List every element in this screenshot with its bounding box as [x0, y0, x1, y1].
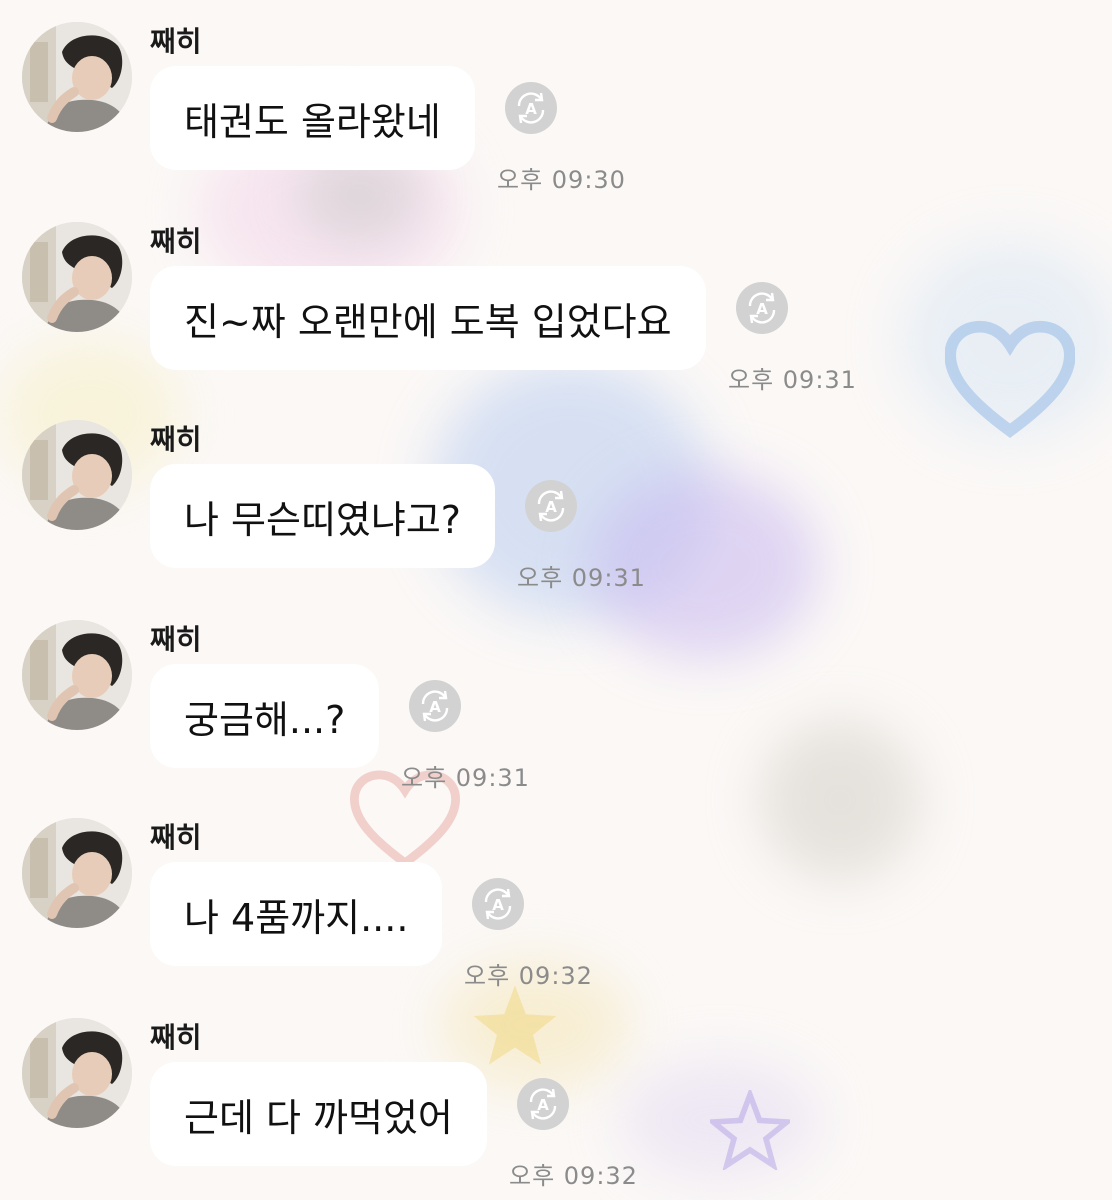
chat-message: 째히 나 무슨띠였냐고? A 오후 09:31 [22, 420, 1102, 600]
sender-name: 째히 [150, 623, 202, 656]
message-bubble[interactable]: 근데 다 까먹었어 [150, 1062, 487, 1166]
sender-avatar[interactable] [22, 222, 132, 332]
message-timestamp: 오후 09:31 [401, 764, 530, 792]
chat-message-list[interactable]: 째히 태권도 올라왔네 A 오후 09:30 째히 진~짜 오랜만에 도복 입었… [0, 0, 1112, 1200]
auto-translate-icon[interactable]: A [525, 480, 577, 532]
sender-name: 째히 [150, 25, 202, 58]
sender-avatar[interactable] [22, 1018, 132, 1128]
message-text: 진~짜 오랜만에 도복 입었다요 [184, 299, 672, 344]
sender-name: 째히 [150, 821, 202, 854]
chat-message: 째히 진~짜 오랜만에 도복 입었다요 A 오후 09:31 [22, 222, 1102, 402]
svg-text:A: A [492, 896, 504, 914]
chat-message: 째히 궁금해...? A 오후 09:31 [22, 620, 1102, 800]
message-timestamp: 오후 09:31 [728, 366, 857, 394]
message-text: 나 무슨띠였냐고? [184, 497, 461, 542]
auto-translate-icon[interactable]: A [409, 680, 461, 732]
message-bubble[interactable]: 진~짜 오랜만에 도복 입었다요 [150, 266, 706, 370]
chat-message: 째히 태권도 올라왔네 A 오후 09:30 [22, 22, 1102, 202]
auto-translate-icon[interactable]: A [505, 82, 557, 134]
svg-text:A: A [429, 698, 441, 716]
svg-text:A: A [545, 498, 557, 516]
auto-translate-icon[interactable]: A [472, 878, 524, 930]
message-bubble[interactable]: 나 무슨띠였냐고? [150, 464, 495, 568]
svg-text:A: A [756, 300, 768, 318]
sender-avatar[interactable] [22, 420, 132, 530]
sender-name: 째히 [150, 225, 202, 258]
message-text: 근데 다 까먹었어 [184, 1095, 453, 1140]
chat-message: 째히 나 4품까지.... A 오후 09:32 [22, 818, 1102, 998]
sender-avatar[interactable] [22, 620, 132, 730]
message-text: 나 4품까지.... [184, 895, 409, 940]
auto-translate-icon[interactable]: A [517, 1078, 569, 1130]
message-bubble[interactable]: 궁금해...? [150, 664, 380, 768]
auto-translate-icon[interactable]: A [736, 282, 788, 334]
sender-name: 째히 [150, 1021, 202, 1054]
sender-avatar[interactable] [22, 22, 132, 132]
sender-name: 째히 [150, 423, 202, 456]
svg-text:A: A [525, 100, 537, 118]
sender-avatar[interactable] [22, 818, 132, 928]
message-text: 태권도 올라왔네 [184, 99, 441, 144]
message-timestamp: 오후 09:32 [464, 962, 593, 990]
message-timestamp: 오후 09:31 [517, 564, 646, 592]
svg-text:A: A [537, 1096, 549, 1114]
message-bubble[interactable]: 태권도 올라왔네 [150, 66, 475, 170]
message-bubble[interactable]: 나 4품까지.... [150, 862, 443, 966]
message-timestamp: 오후 09:32 [509, 1162, 638, 1190]
chat-message: 째히 근데 다 까먹었어 A 오후 09:32 [22, 1018, 1102, 1198]
message-text: 궁금해...? [184, 697, 346, 742]
message-timestamp: 오후 09:30 [497, 166, 626, 194]
